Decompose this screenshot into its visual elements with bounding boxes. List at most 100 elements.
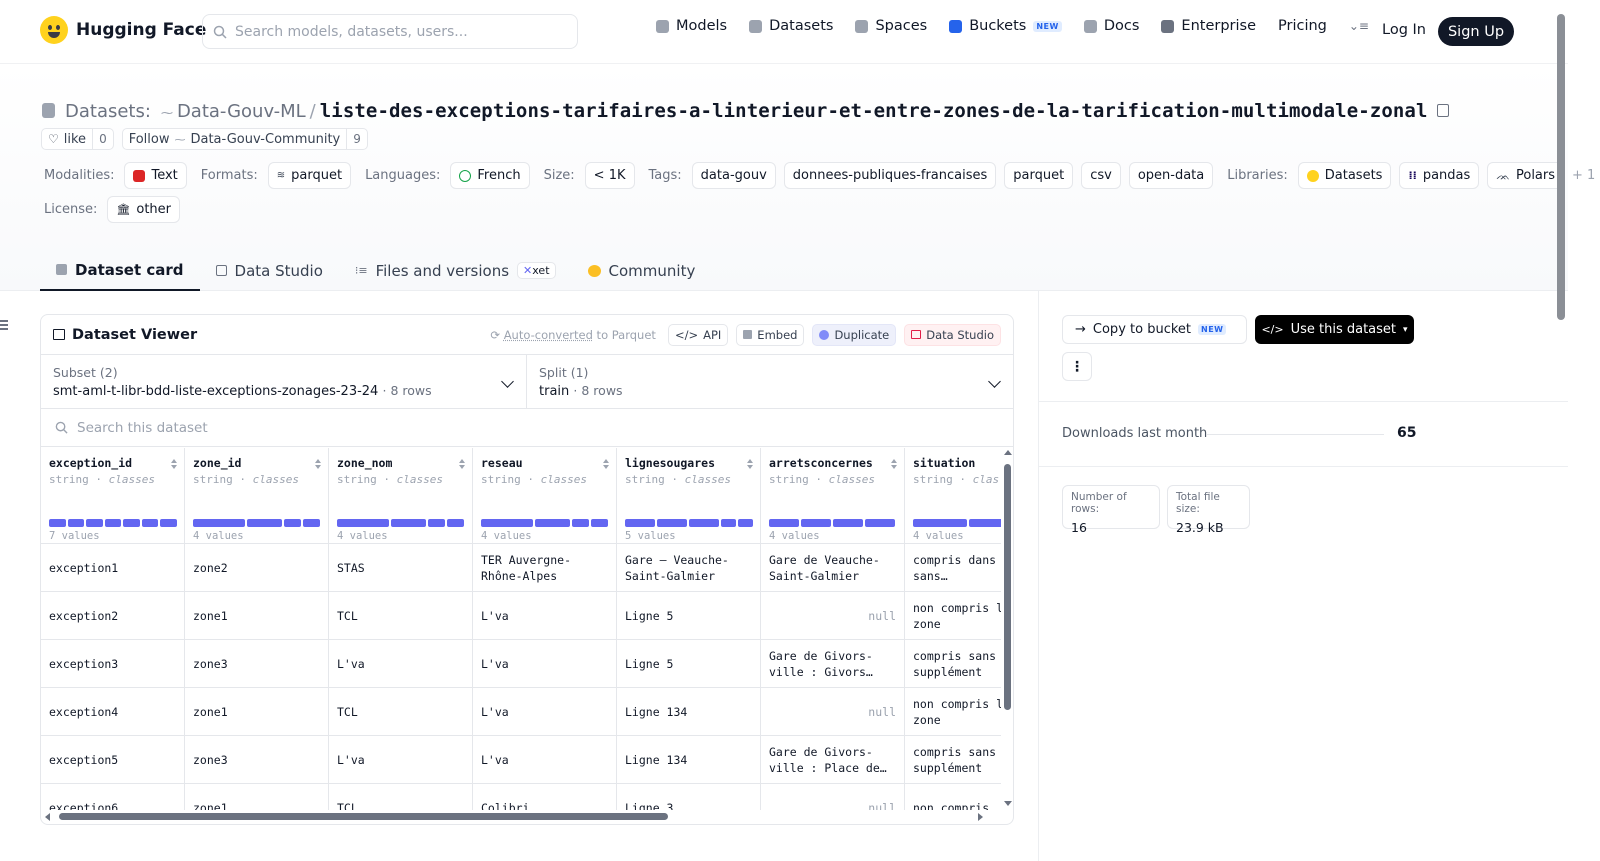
table-cell[interactable]: Ligne 3 xyxy=(617,784,760,811)
column-header[interactable]: lignesougares string · classes 5 values xyxy=(617,448,760,544)
table-cell[interactable]: TCL xyxy=(329,784,472,811)
histogram-bar[interactable] xyxy=(572,519,589,527)
table-cell[interactable]: zone3 xyxy=(185,640,328,688)
table-cell[interactable]: Ligne 134 xyxy=(617,736,760,784)
nav-item-buckets[interactable]: Buckets NEW xyxy=(949,18,1062,34)
dataset-search-input[interactable] xyxy=(77,419,477,436)
nav-item-enterprise[interactable]: Enterprise xyxy=(1161,18,1256,34)
signup-button[interactable]: Sign Up xyxy=(1438,17,1514,46)
sort-icon[interactable] xyxy=(747,459,754,470)
table-cell[interactable]: zone3 xyxy=(185,736,328,784)
histogram-bar[interactable] xyxy=(49,519,66,527)
histogram-bar[interactable] xyxy=(535,519,570,527)
table-cell[interactable]: non compris xyxy=(905,784,1001,811)
dataset-name[interactable]: liste-des-exceptions-tarifaires-a-linter… xyxy=(320,100,1428,122)
histogram-bar[interactable] xyxy=(303,519,320,527)
language-tag[interactable]: French xyxy=(450,162,530,189)
tab-dataset-card[interactable]: Dataset card xyxy=(40,250,200,291)
tag-item[interactable]: csv xyxy=(1081,162,1121,189)
horizontal-scroll-thumb[interactable] xyxy=(59,813,668,820)
embed-button[interactable]: Embed xyxy=(736,323,805,346)
global-search[interactable] xyxy=(202,14,578,49)
library-tag-pandas[interactable]: ⁞⁞ pandas xyxy=(1399,162,1480,189)
histogram-bar[interactable] xyxy=(865,519,895,527)
histogram-bar[interactable] xyxy=(337,519,389,527)
search-input[interactable] xyxy=(235,23,555,40)
vertical-scrollbar[interactable] xyxy=(1002,448,1013,810)
modality-tag[interactable]: Text xyxy=(124,162,187,189)
copy-to-bucket-button[interactable]: → Copy to bucket NEW xyxy=(1062,315,1247,344)
histogram-bar[interactable] xyxy=(160,519,178,527)
table-cell[interactable]: compris dans zone sans… xyxy=(905,544,1001,592)
table-cell[interactable]: Gare de Givors-ville : Givors… xyxy=(761,640,904,688)
value-histogram[interactable] xyxy=(337,519,465,527)
tab-files-and-versions[interactable]: ⁝≡ Files and versions ✕xet xyxy=(339,250,572,291)
format-tag[interactable]: ≋ parquet xyxy=(267,162,352,189)
histogram-bar[interactable] xyxy=(738,519,753,527)
scroll-down-icon[interactable] xyxy=(1004,801,1012,806)
histogram-bar[interactable] xyxy=(833,519,863,527)
dataset-search[interactable] xyxy=(41,409,1013,447)
table-cell[interactable]: compris sans supplément xyxy=(905,736,1001,784)
table-cell[interactable]: non compris la zone xyxy=(905,688,1001,736)
histogram-bar[interactable] xyxy=(913,519,967,527)
tab-data-studio[interactable]: Data Studio xyxy=(200,250,339,291)
vertical-scroll-thumb[interactable] xyxy=(1004,464,1011,710)
table-cell[interactable]: L'va xyxy=(329,736,472,784)
column-header[interactable]: situation string · clas 4 values xyxy=(905,448,1001,544)
histogram-bar[interactable] xyxy=(721,519,736,527)
table-cell[interactable]: L'va xyxy=(329,640,472,688)
histogram-bar[interactable] xyxy=(67,519,85,527)
histogram-bar[interactable] xyxy=(591,519,608,527)
histogram-bar[interactable] xyxy=(141,519,159,527)
column-header[interactable]: reseau string · classes 4 values xyxy=(473,448,616,544)
table-cell[interactable]: zone2 xyxy=(185,544,328,592)
tab-community[interactable]: Community xyxy=(572,250,712,291)
size-tag[interactable]: < 1K xyxy=(584,162,635,189)
histogram-bar[interactable] xyxy=(447,519,464,527)
table-cell[interactable]: Ligne 134 xyxy=(617,688,760,736)
tag-item[interactable]: parquet xyxy=(1004,162,1074,189)
table-cell[interactable]: exception4 xyxy=(41,688,184,736)
histogram-bar[interactable] xyxy=(247,519,282,527)
split-dropdown[interactable]: Split (1) train · 8 rows xyxy=(527,355,1013,408)
library-tag-polars[interactable]: ᨏ Polars xyxy=(1487,162,1565,189)
tag-item[interactable]: donnees-publiques-francaises xyxy=(783,162,997,189)
page-scroll-thumb[interactable] xyxy=(1557,14,1565,320)
column-header[interactable]: zone_id string · classes 4 values xyxy=(185,448,328,544)
table-cell[interactable]: null xyxy=(761,784,904,811)
license-tag[interactable]: 🏛 other xyxy=(107,196,180,223)
histogram-bar[interactable] xyxy=(969,519,1001,527)
follow-button[interactable]: Follow ⁓ Data-Gouv-Community 9 xyxy=(121,128,368,150)
value-histogram[interactable] xyxy=(193,519,321,527)
library-tag-datasets[interactable]: Datasets xyxy=(1297,162,1392,189)
table-cell[interactable]: Ligne 5 xyxy=(617,640,760,688)
column-header[interactable]: zone_nom string · classes 4 values xyxy=(329,448,472,544)
value-histogram[interactable] xyxy=(481,519,609,527)
sidebar-toggle-icon[interactable] xyxy=(0,320,8,332)
sort-icon[interactable] xyxy=(603,459,610,470)
histogram-bar[interactable] xyxy=(193,519,245,527)
sort-icon[interactable] xyxy=(891,459,898,470)
nav-item-spaces[interactable]: Spaces xyxy=(855,18,927,34)
table-cell[interactable]: zone1 xyxy=(185,784,328,811)
column-header[interactable]: arretsconcernes string · classes 4 values xyxy=(761,448,904,544)
nav-item-docs[interactable]: Docs xyxy=(1083,18,1139,34)
horizontal-scrollbar[interactable] xyxy=(41,810,1001,824)
like-button[interactable]: ♡ like 0 xyxy=(41,128,114,150)
sort-icon[interactable] xyxy=(315,459,322,470)
table-cell[interactable]: zone1 xyxy=(185,688,328,736)
table-cell[interactable]: exception1 xyxy=(41,544,184,592)
table-cell[interactable]: Colibri xyxy=(473,784,616,811)
table-cell[interactable]: Gare – Veauche-Saint-Galmier xyxy=(617,544,760,592)
column-header[interactable]: exception_id string · classes 7 values xyxy=(41,448,184,544)
histogram-bar[interactable] xyxy=(123,519,140,527)
histogram-bar[interactable] xyxy=(769,519,799,527)
table-cell[interactable]: Gare de Givors-ville : Place de… xyxy=(761,736,904,784)
login-link[interactable]: Log In xyxy=(1382,22,1426,38)
table-cell[interactable]: zone1 xyxy=(185,592,328,640)
value-histogram[interactable] xyxy=(625,519,753,527)
sort-icon[interactable] xyxy=(459,459,466,470)
table-cell[interactable]: L'va xyxy=(473,592,616,640)
table-cell[interactable]: L'va xyxy=(473,688,616,736)
